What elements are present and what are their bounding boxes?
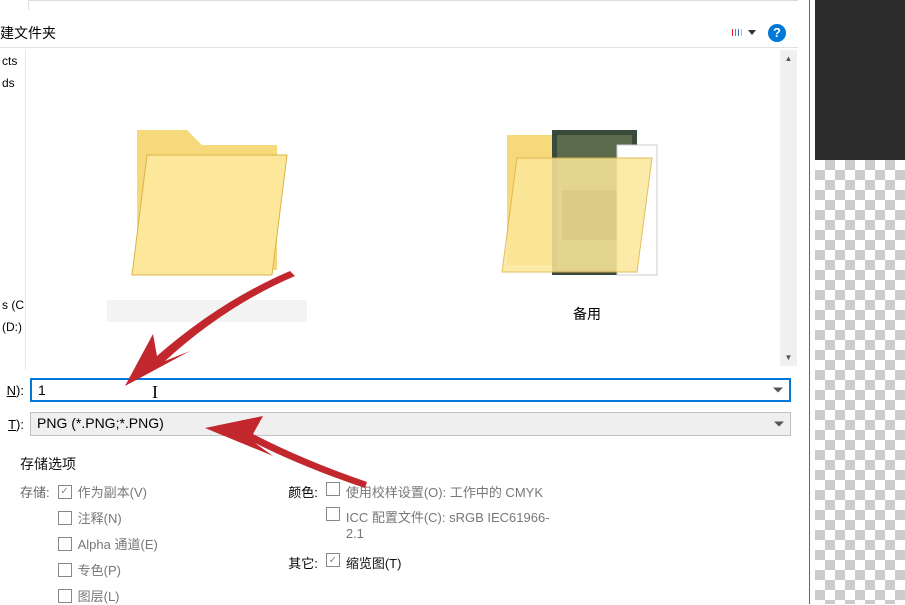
checkbox-notes[interactable]: 注释(N) [58,508,158,527]
checkbox-as-copy[interactable]: 作为副本(V) [58,482,158,501]
checkbox-icc[interactable] [326,507,340,521]
save-options: 存储选项 存储: 作为副本(V) 注释(N) Alpha 通道(E) 专色(P)… [0,446,798,604]
checkbox-proof[interactable] [326,482,340,496]
help-icon[interactable]: ? [768,24,786,42]
nav-item[interactable]: (D:) [0,316,25,338]
chevron-down-icon[interactable] [773,388,783,393]
checkbox-icon [58,589,72,603]
folder-item[interactable] [107,90,307,324]
nav-item[interactable]: s (C:) [0,294,25,316]
filename-label: N): [0,383,24,398]
save-dialog: 建文件夹 ? cts ds s (C:) (D:) [0,0,810,604]
checkbox-icon [58,485,72,499]
checkbox-alpha[interactable]: Alpha 通道(E) [58,534,158,553]
filetype-select[interactable]: PNG (*.PNG;*.PNG) [30,412,791,436]
background-dark-panel [815,0,905,160]
filename-input[interactable]: 1 [30,378,791,402]
folder-label-blurred [107,300,307,322]
color-label: 颜色: [278,482,318,501]
checkbox-icon [58,537,72,551]
folder-icon [497,90,677,290]
toolbar: 建文件夹 ? [0,18,798,48]
proof-setup-text: 使用校样设置(O): 工作中的 CMYK [346,482,543,501]
thumbnail-text: 缩览图(T) [346,553,402,572]
checkbox-icon [58,563,72,577]
checkbox-thumbnail[interactable] [326,553,340,567]
filetype-label: T): [0,417,24,432]
folder-item[interactable]: 备用 [487,90,687,324]
dialog-top-border [28,0,798,10]
other-label: 其它: [278,553,318,572]
nav-item[interactable]: ds [0,72,25,94]
background-checker [815,160,905,604]
filename-row: N): 1 [0,378,798,402]
scroll-down-button[interactable]: ▼ [780,349,797,366]
nav-tree[interactable]: cts ds s (C:) (D:) [0,50,26,370]
checkbox-layers[interactable]: 图层(L) [58,586,158,605]
options-title: 存储选项 [20,454,778,474]
view-mode-button[interactable] [732,24,756,42]
nav-item[interactable]: cts [0,50,25,72]
vertical-scrollbar[interactable]: ▲ ▼ [780,50,797,366]
file-list[interactable]: 备用 [27,50,782,366]
save-label: 存储: [20,482,50,605]
folder-icon [117,90,297,290]
chevron-down-icon [748,30,756,35]
new-folder-button[interactable]: 建文件夹 [0,23,732,43]
checkbox-spot[interactable]: 专色(P) [58,560,158,579]
icc-profile-text: ICC 配置文件(C): sRGB IEC61966-2.1 [346,507,566,541]
chevron-down-icon[interactable] [774,422,784,427]
folder-label: 备用 [573,304,601,324]
checkbox-icon [58,511,72,525]
filetype-row: T): PNG (*.PNG;*.PNG) [0,412,798,436]
scroll-up-button[interactable]: ▲ [780,50,797,67]
